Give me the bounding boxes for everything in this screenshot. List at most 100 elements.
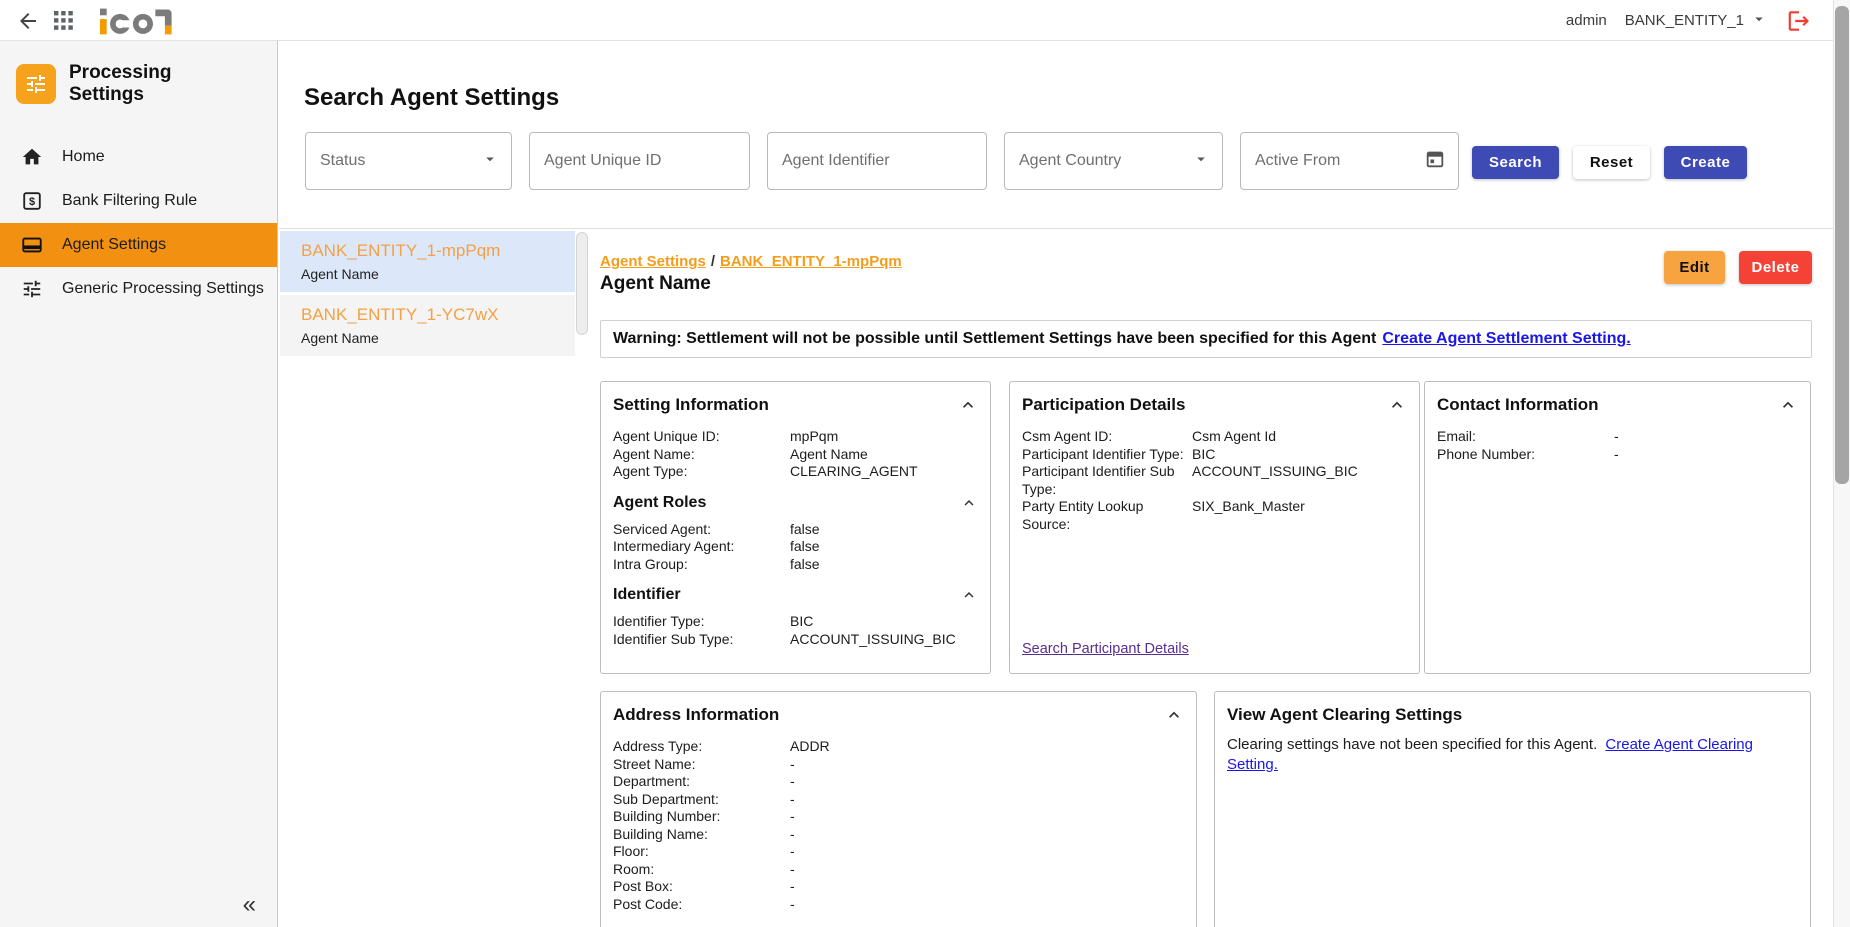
field-label: Agent Unique ID:: [613, 428, 790, 446]
agent-detail-heading: Agent Name: [600, 273, 711, 295]
page-title: Search Agent Settings: [304, 84, 559, 112]
sidebar-collapse-button[interactable]: «: [243, 893, 256, 917]
agent-identifier-input[interactable]: Agent Identifier: [767, 132, 987, 190]
active-from-date-input[interactable]: Active From: [1240, 132, 1459, 190]
icon-brand-logo[interactable]: [100, 7, 184, 40]
field-label: Agent Name:: [613, 446, 790, 464]
detail-cards-row-1: Setting Information Agent Unique ID: mpP…: [600, 381, 1811, 674]
create-button[interactable]: Create: [1664, 146, 1747, 179]
sidebar-item-home[interactable]: Home: [0, 135, 277, 179]
create-settlement-setting-link[interactable]: Create Agent Settlement Setting.: [1382, 330, 1630, 348]
delete-button[interactable]: Delete: [1739, 251, 1812, 284]
field-value: Csm Agent Id: [1192, 428, 1276, 446]
field-row: Serviced Agent: false: [613, 521, 978, 539]
reset-button[interactable]: Reset: [1573, 146, 1650, 179]
warning-text: Warning: Settlement will not be possible…: [613, 330, 1376, 348]
field-label: Csm Agent ID:: [1022, 428, 1192, 446]
agent-item-name: Agent Name: [301, 330, 575, 347]
clearing-settings-text: Clearing settings have not been specifie…: [1227, 735, 1798, 775]
back-arrow-icon[interactable]: [16, 9, 40, 38]
breadcrumb: Agent Settings/BANK_ENTITY_1-mpPqm: [600, 253, 902, 270]
field-value: -: [790, 861, 795, 879]
field-value: -: [790, 896, 795, 914]
chevron-up-icon[interactable]: [1387, 395, 1407, 415]
field-row: Identifier Type: BIC: [613, 613, 978, 631]
caret-down-icon: [1750, 10, 1768, 32]
calendar-icon[interactable]: [1424, 148, 1446, 175]
field-label: Phone Number:: [1437, 446, 1614, 464]
field-label: Building Name:: [613, 826, 790, 844]
results-area: BANK_ENTITY_1-mpPqm Agent Name BANK_ENTI…: [279, 228, 1833, 927]
field-row: Post Code: -: [613, 896, 1184, 914]
agent-unique-id-input[interactable]: Agent Unique ID: [529, 132, 750, 190]
chevron-up-icon[interactable]: [960, 586, 978, 604]
breadcrumb-root-link[interactable]: Agent Settings: [600, 253, 706, 270]
field-value: -: [790, 808, 795, 826]
setting-information-card: Setting Information Agent Unique ID: mpP…: [600, 381, 991, 674]
field-row: Address Type: ADDR: [613, 738, 1184, 756]
identifier-rows: Identifier Type: BIC Identifier Sub Type…: [613, 613, 978, 648]
page-scrollbar-track[interactable]: [1833, 0, 1850, 927]
active-from-placeholder: Active From: [1255, 152, 1340, 170]
field-label: Address Type:: [613, 738, 790, 756]
agent-list-item[interactable]: BANK_ENTITY_1-YC7wX Agent Name: [280, 295, 575, 356]
agent-item-id: BANK_ENTITY_1-YC7wX: [301, 304, 575, 325]
field-value: false: [790, 521, 820, 539]
field-row: Csm Agent ID: Csm Agent Id: [1022, 428, 1407, 446]
caret-down-icon: [1192, 150, 1210, 173]
chevron-up-icon[interactable]: [958, 395, 978, 415]
status-select-placeholder: Status: [320, 152, 365, 170]
field-value: false: [790, 538, 820, 556]
edit-button[interactable]: Edit: [1664, 251, 1725, 284]
sidebar-item-label: Home: [62, 148, 105, 166]
agent-list-item[interactable]: BANK_ENTITY_1-mpPqm Agent Name: [280, 231, 575, 292]
field-row: Participant Identifier Sub Type: ACCOUNT…: [1022, 463, 1407, 498]
entity-selector[interactable]: BANK_ENTITY_1: [1625, 10, 1768, 32]
field-row: Intermediary Agent: false: [613, 538, 978, 556]
field-value: ADDR: [790, 738, 830, 756]
agent-country-select[interactable]: Agent Country: [1004, 132, 1223, 190]
agent-detail-panel: Agent Settings/BANK_ENTITY_1-mpPqm Agent…: [600, 229, 1812, 927]
chevron-up-icon[interactable]: [1778, 395, 1798, 415]
search-participant-details-link[interactable]: Search Participant Details: [1022, 641, 1189, 657]
svg-text:$: $: [29, 196, 35, 208]
entity-selector-value: BANK_ENTITY_1: [1625, 12, 1744, 29]
sidebar-item-bank-filtering-rule[interactable]: $ Bank Filtering Rule: [0, 179, 277, 223]
field-value: -: [790, 826, 795, 844]
field-value: SIX_Bank_Master: [1192, 498, 1305, 533]
agent-roles-subsection-header: Agent Roles: [613, 494, 978, 512]
search-button[interactable]: Search: [1472, 146, 1559, 179]
field-row: Agent Type: CLEARING_AGENT: [613, 463, 978, 481]
sidebar: Processing Settings Home $ Bank Filterin…: [0, 41, 278, 927]
breadcrumb-current-link[interactable]: BANK_ENTITY_1-mpPqm: [720, 253, 902, 270]
apps-grid-icon[interactable]: [54, 11, 73, 35]
field-value: BIC: [1192, 446, 1215, 464]
card-title: Participation Details: [1022, 395, 1185, 415]
page-scrollbar-thumb[interactable]: [1835, 6, 1849, 484]
field-label: Post Code:: [613, 896, 790, 914]
chevron-up-icon[interactable]: [1164, 705, 1184, 725]
agent-unique-id-placeholder: Agent Unique ID: [544, 152, 661, 170]
view-agent-clearing-settings-card: View Agent Clearing Settings Clearing se…: [1214, 691, 1811, 927]
status-select[interactable]: Status: [305, 132, 512, 190]
processing-settings-app-icon: [16, 64, 56, 104]
list-scrollbar-thumb[interactable]: [576, 232, 588, 335]
field-label: Identifier Sub Type:: [613, 631, 790, 649]
setting-information-rows: Agent Unique ID: mpPqm Agent Name: Agent…: [613, 428, 978, 481]
topbar: admin BANK_ENTITY_1: [0, 0, 1850, 41]
logout-icon[interactable]: [1786, 8, 1812, 34]
field-label: Sub Department:: [613, 791, 790, 809]
field-label: Building Number:: [613, 808, 790, 826]
field-value: ACCOUNT_ISSUING_BIC: [1192, 463, 1358, 498]
chevron-up-icon[interactable]: [960, 494, 978, 512]
field-value: ACCOUNT_ISSUING_BIC: [790, 631, 956, 649]
sidebar-item-agent-settings[interactable]: Agent Settings: [0, 223, 277, 267]
field-label: Post Box:: [613, 878, 790, 896]
sidebar-item-generic-processing-settings[interactable]: Generic Processing Settings: [0, 267, 277, 311]
detail-actions: Edit Delete: [1664, 251, 1812, 284]
credit-card-icon: [20, 234, 44, 256]
caret-down-icon: [481, 150, 499, 173]
settlement-warning-banner: Warning: Settlement will not be possible…: [600, 320, 1812, 358]
field-row: Building Name: -: [613, 826, 1184, 844]
field-row: Street Name: -: [613, 756, 1184, 774]
